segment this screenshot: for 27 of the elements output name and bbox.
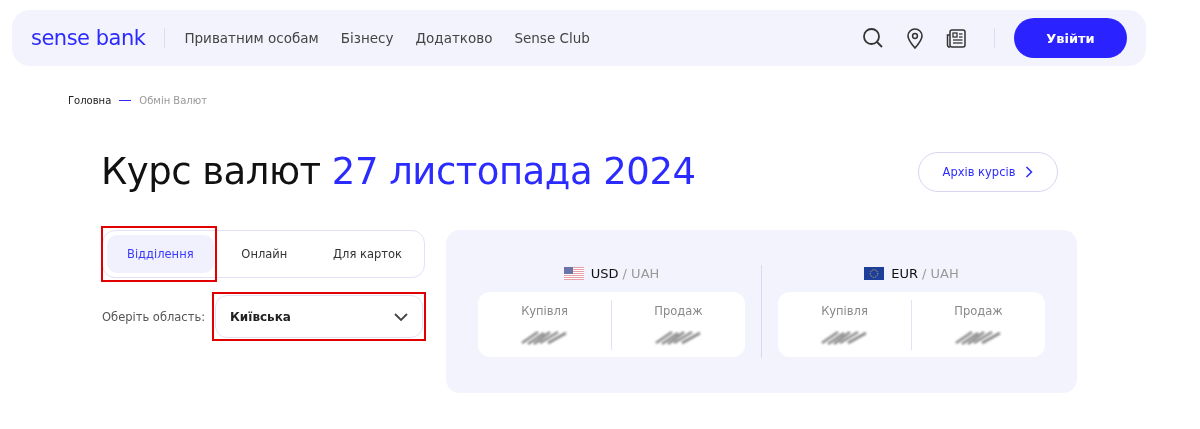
tab[interactable]: Відділення [107, 235, 214, 273]
currency-pair: USD / UAH [590, 265, 660, 281]
tab[interactable]: Для карток [315, 235, 420, 273]
page-title: Курс валют 27 листопада 2024 [101, 150, 696, 193]
rate-label: Продаж [654, 303, 703, 318]
chevron-down-icon [394, 312, 408, 321]
chevron-right-icon [1025, 165, 1034, 178]
newspaper-icon[interactable] [946, 28, 966, 48]
logo[interactable]: sense bank [31, 26, 146, 50]
nav-link[interactable]: Додатково [415, 30, 493, 46]
rate-label: Продаж [954, 303, 1003, 318]
flag-icon [563, 266, 584, 280]
breadcrumb-link[interactable]: Головна [68, 95, 112, 106]
flag-icon [864, 266, 885, 280]
nav-link[interactable]: Sense Club [514, 30, 590, 46]
region-dropdown[interactable]: Київська [215, 295, 423, 338]
location-pin-icon[interactable] [907, 27, 923, 49]
nav-link[interactable]: Приватним особам [184, 30, 319, 46]
field-label: Оберіть область: [102, 309, 206, 324]
rate-label: Купівля [521, 303, 568, 318]
login-button[interactable]: Увійти [1014, 18, 1127, 58]
archive-button[interactable]: Архів курсів [918, 151, 1058, 192]
currency-pair: EUR / UAH [891, 265, 959, 281]
tab[interactable]: Онлайн [223, 235, 306, 273]
search-icon[interactable] [862, 27, 884, 49]
rate-label: Купівля [821, 303, 868, 318]
nav-link[interactable]: Бізнесу [340, 30, 394, 46]
